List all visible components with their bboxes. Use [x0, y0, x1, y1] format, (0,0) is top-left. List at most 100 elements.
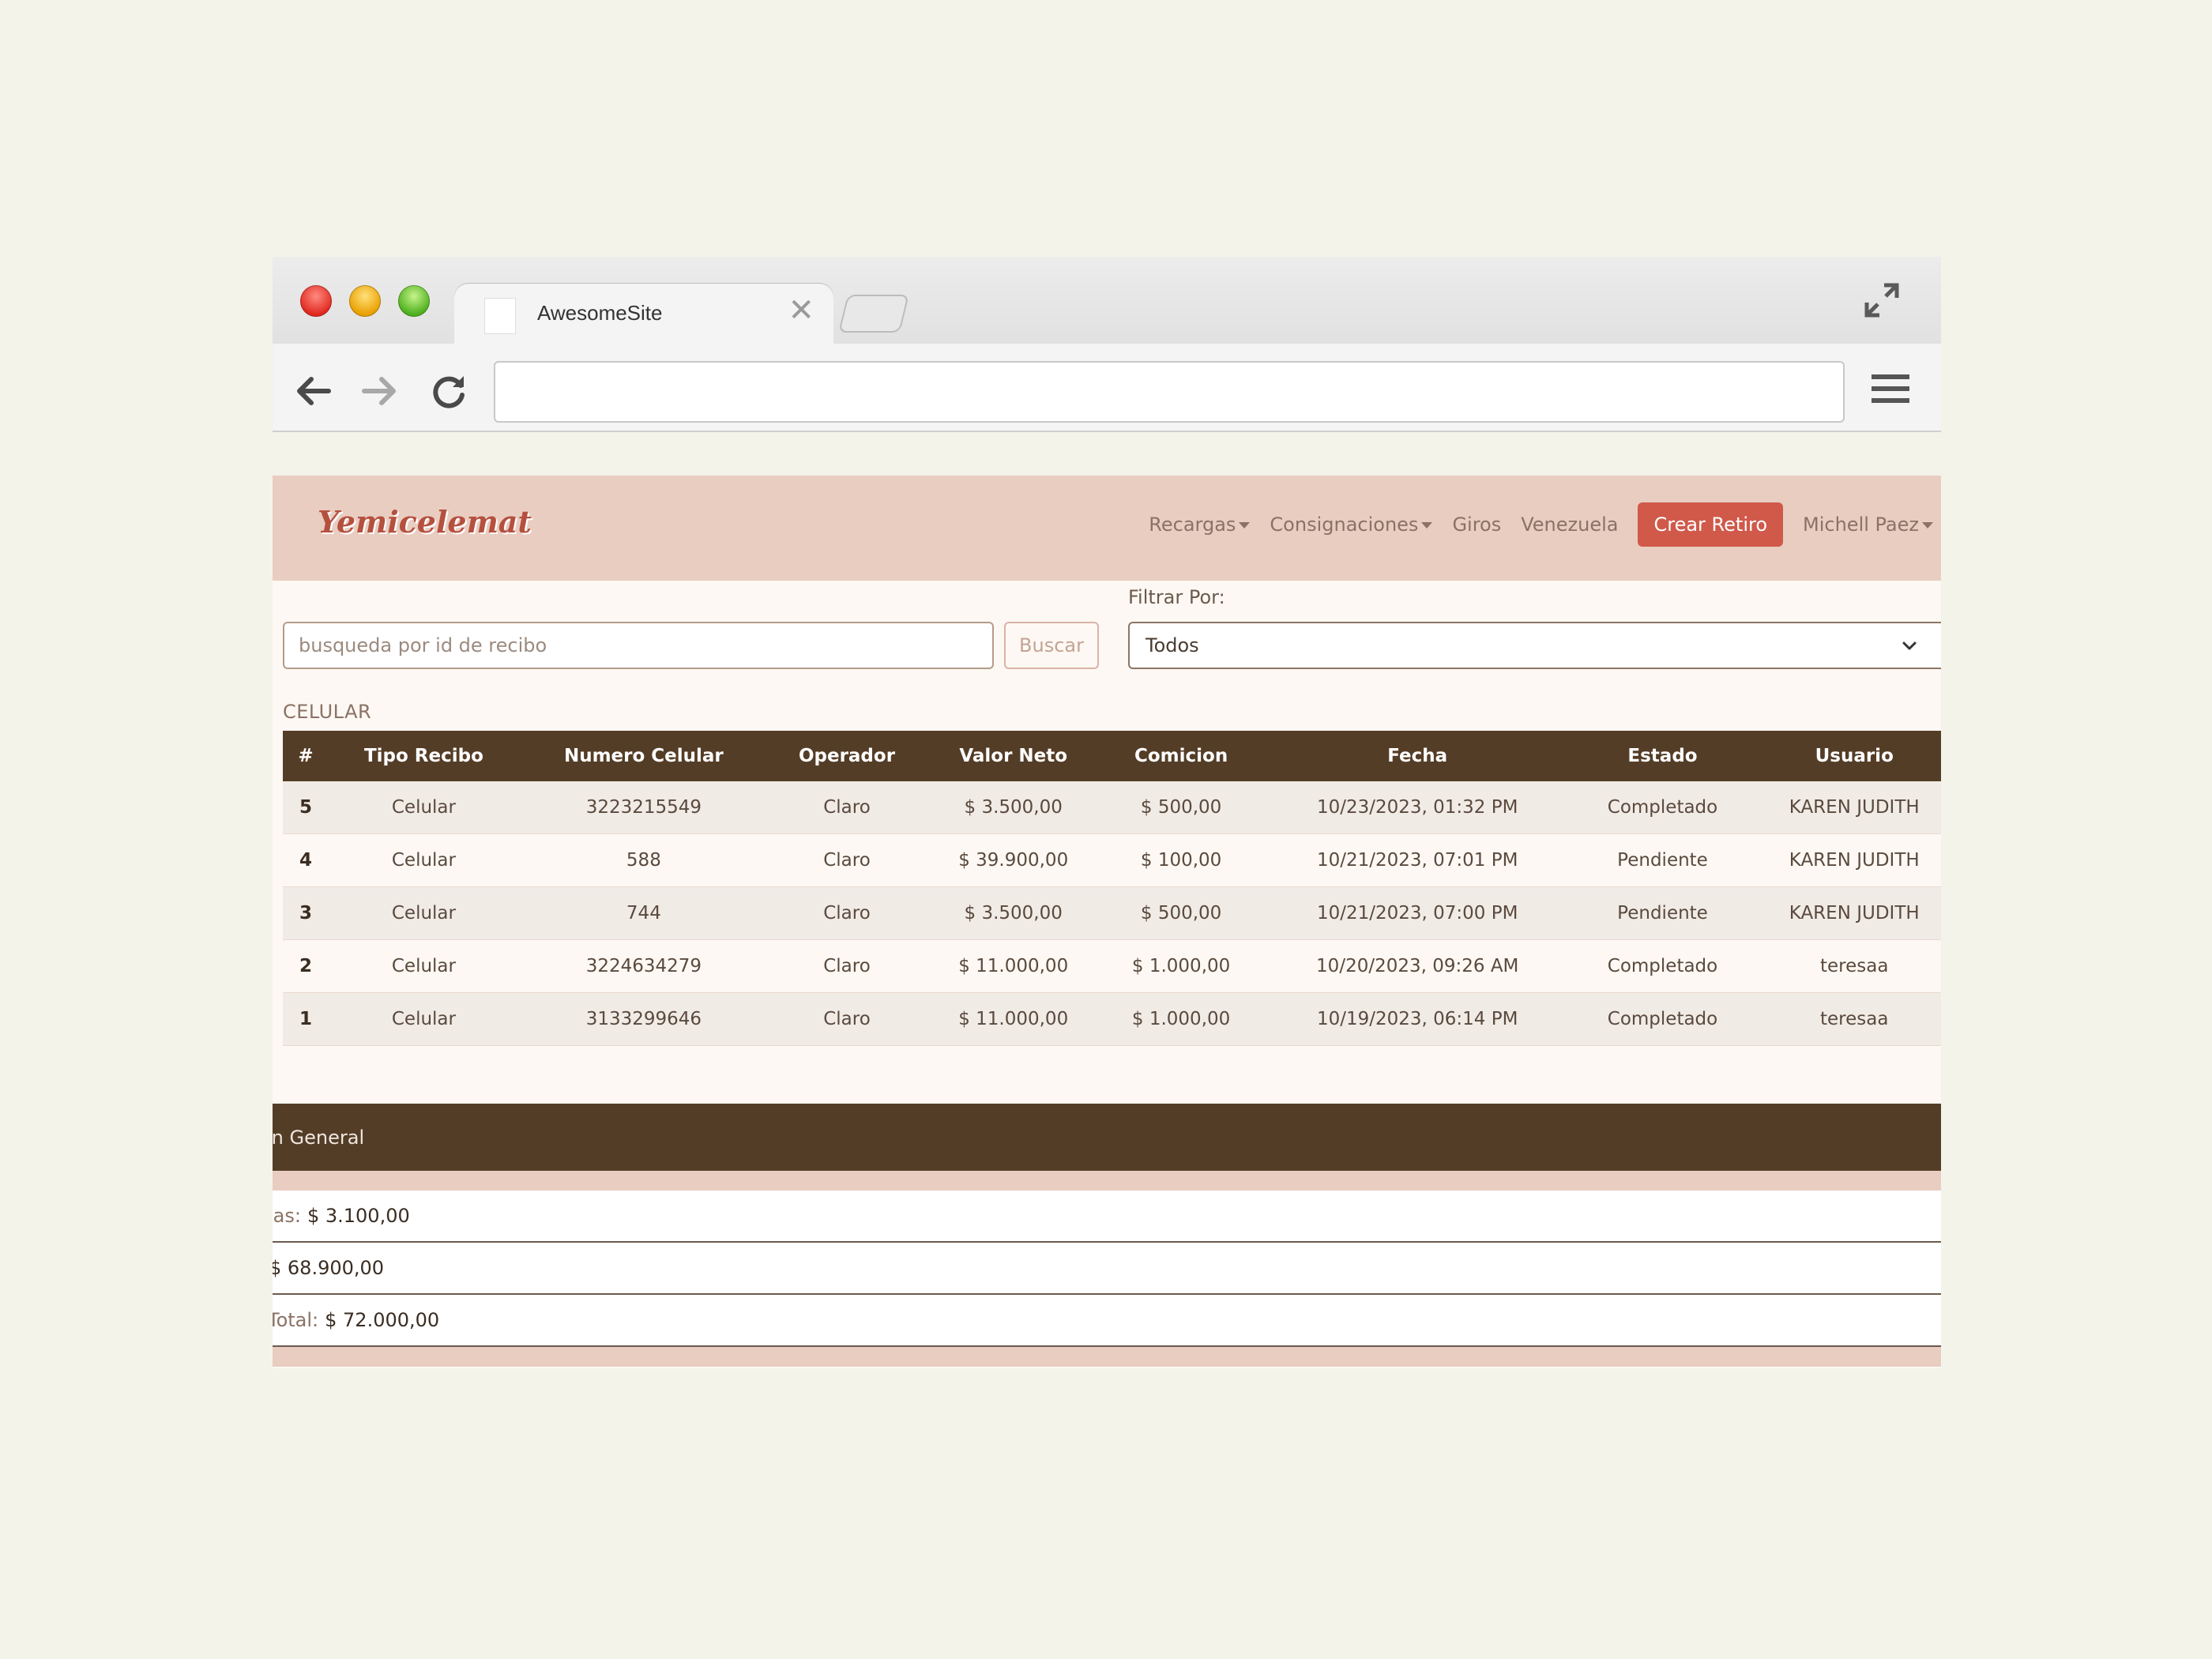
table-row[interactable]: 5 Celular 3223215549 Claro $ 3.500,00 $ …	[283, 781, 1941, 834]
table-row[interactable]: 2 Celular 3224634279 Claro $ 11.000,00 $…	[283, 939, 1941, 993]
search-button[interactable]: Buscar	[1004, 622, 1099, 669]
table-cell: Claro	[768, 833, 926, 887]
tab-strip: AwesomeSite ✕	[273, 257, 1941, 344]
summary-title: on General	[273, 1126, 365, 1149]
site-navbar: Yemicelemat Recargas Consignaciones Giro…	[273, 476, 1941, 581]
table-cell: $ 500,00	[1101, 781, 1261, 834]
browser-chrome: AwesomeSite ✕	[273, 257, 1941, 432]
table-cell: Claro	[768, 992, 926, 1046]
receipt-search-input[interactable]	[283, 622, 994, 669]
filter-selected-value: Todos	[1146, 634, 1199, 656]
table-cell: $ 39.900,00	[925, 833, 1102, 887]
table-cell: Completado	[1574, 992, 1751, 1046]
nav-giros[interactable]: Giros	[1452, 514, 1501, 536]
nav-consignaciones[interactable]: Consignaciones	[1270, 514, 1433, 536]
table-cell: $ 3.500,00	[925, 886, 1102, 940]
table-cell: 3	[283, 886, 329, 940]
table-cell: 10/21/2023, 07:00 PM	[1260, 886, 1574, 940]
menu-icon[interactable]	[1870, 371, 1911, 406]
close-window-button[interactable]	[300, 285, 332, 317]
table-header-row: # Tipo Recibo Numero Celular Operador Va…	[283, 731, 1941, 781]
table-cell: Celular	[329, 886, 519, 940]
table-cell: 3223215549	[518, 781, 769, 834]
zoom-window-button[interactable]	[398, 285, 430, 317]
new-tab-button[interactable]	[838, 295, 909, 333]
table-cell: Pendiente	[1574, 833, 1751, 887]
table-cell: Claro	[768, 781, 926, 834]
col-header: Tipo Recibo	[329, 731, 519, 781]
table-cell: 3133299646	[518, 992, 769, 1046]
table-cell: $ 3.500,00	[925, 781, 1102, 834]
table-cell: teresaa	[1751, 992, 1941, 1046]
caret-down-icon	[1922, 522, 1933, 529]
col-header: Estado	[1574, 731, 1751, 781]
address-bar[interactable]	[494, 361, 1845, 423]
table-cell: 588	[518, 833, 769, 887]
summary-footer-band	[273, 1347, 1941, 1367]
filter-select[interactable]: Todos	[1128, 622, 1941, 669]
table-cell: 10/21/2023, 07:01 PM	[1260, 833, 1574, 887]
table-row[interactable]: 3 Celular 744 Claro $ 3.500,00 $ 500,00 …	[283, 886, 1941, 940]
web-page: Yemicelemat Recargas Consignaciones Giro…	[273, 476, 1941, 1368]
table-cell: 744	[518, 886, 769, 940]
brand-logo[interactable]: Yemicelemat	[318, 504, 532, 540]
table-cell: $ 11.000,00	[925, 992, 1102, 1046]
table-cell: 2	[283, 939, 329, 993]
table-cell: Completado	[1574, 781, 1751, 834]
favicon-icon	[484, 298, 516, 334]
summary-label: Total:	[273, 1309, 319, 1331]
nav-recargas[interactable]: Recargas	[1149, 514, 1251, 536]
summary-label: ias:	[273, 1205, 301, 1227]
back-arrow-icon[interactable]	[292, 371, 333, 411]
table-cell: $ 1.000,00	[1101, 992, 1261, 1046]
tab-close-icon[interactable]: ✕	[788, 295, 814, 326]
summary-panel: on General ias: $ 3.100,00 $ 68.900,00 T…	[273, 1104, 1941, 1367]
browser-window: AwesomeSite ✕ Yemicelemat Recargas Consi…	[273, 257, 1941, 1368]
table-cell: KAREN JUDITH	[1751, 781, 1941, 834]
table-cell: teresaa	[1751, 939, 1941, 993]
browser-tab[interactable]: AwesomeSite ✕	[454, 284, 833, 344]
tab-title: AwesomeSite	[537, 301, 663, 325]
table-cell: Pendiente	[1574, 886, 1751, 940]
summary-value: $ 72.000,00	[325, 1309, 440, 1331]
col-header: Fecha	[1260, 731, 1574, 781]
table-row[interactable]: 1 Celular 3133299646 Claro $ 11.000,00 $…	[283, 992, 1941, 1046]
nav-links: Recargas Consignaciones Giros Venezuela …	[1129, 501, 1933, 548]
table-cell: Celular	[329, 781, 519, 834]
minimize-window-button[interactable]	[349, 285, 381, 317]
nav-venezuela[interactable]: Venezuela	[1521, 514, 1618, 536]
table-cell: Completado	[1574, 939, 1751, 993]
table-cell: $ 1.000,00	[1101, 939, 1261, 993]
table-cell: 5	[283, 781, 329, 834]
table-cell: 10/19/2023, 06:14 PM	[1260, 992, 1574, 1046]
caret-down-icon	[1421, 522, 1433, 529]
section-label: CELULAR	[283, 701, 372, 723]
table-cell: 1	[283, 992, 329, 1046]
summary-row: $ 68.900,00	[273, 1243, 1941, 1295]
col-header: Numero Celular	[518, 731, 769, 781]
filter-label: Filtrar Por:	[1128, 586, 1225, 608]
table-row[interactable]: 4 Celular 588 Claro $ 39.900,00 $ 100,00…	[283, 833, 1941, 887]
browser-toolbar	[273, 344, 1941, 432]
table-cell: 10/20/2023, 09:26 AM	[1260, 939, 1574, 993]
caret-down-icon	[1239, 522, 1251, 529]
fullscreen-icon[interactable]	[1862, 280, 1902, 320]
reload-icon[interactable]	[429, 371, 470, 411]
table-cell: 4	[283, 833, 329, 887]
col-header: Usuario	[1751, 731, 1941, 781]
col-header: #	[283, 731, 329, 781]
summary-value: $ 3.100,00	[307, 1205, 410, 1227]
chevron-down-icon	[1902, 641, 1917, 650]
col-header: Valor Neto	[925, 731, 1102, 781]
forward-arrow-icon[interactable]	[359, 371, 401, 411]
table-cell: $ 100,00	[1101, 833, 1261, 887]
crear-retiro-button[interactable]: Crear Retiro	[1638, 502, 1784, 547]
summary-header: on General	[273, 1104, 1941, 1171]
summary-row: Total: $ 72.000,00	[273, 1295, 1941, 1347]
table-cell: 10/23/2023, 01:32 PM	[1260, 781, 1574, 834]
table-cell: $ 500,00	[1101, 886, 1261, 940]
summary-value: $ 68.900,00	[273, 1257, 385, 1279]
col-header: Comicion	[1101, 731, 1261, 781]
user-menu[interactable]: Michell Paez	[1803, 514, 1933, 536]
table-cell: KAREN JUDITH	[1751, 833, 1941, 887]
